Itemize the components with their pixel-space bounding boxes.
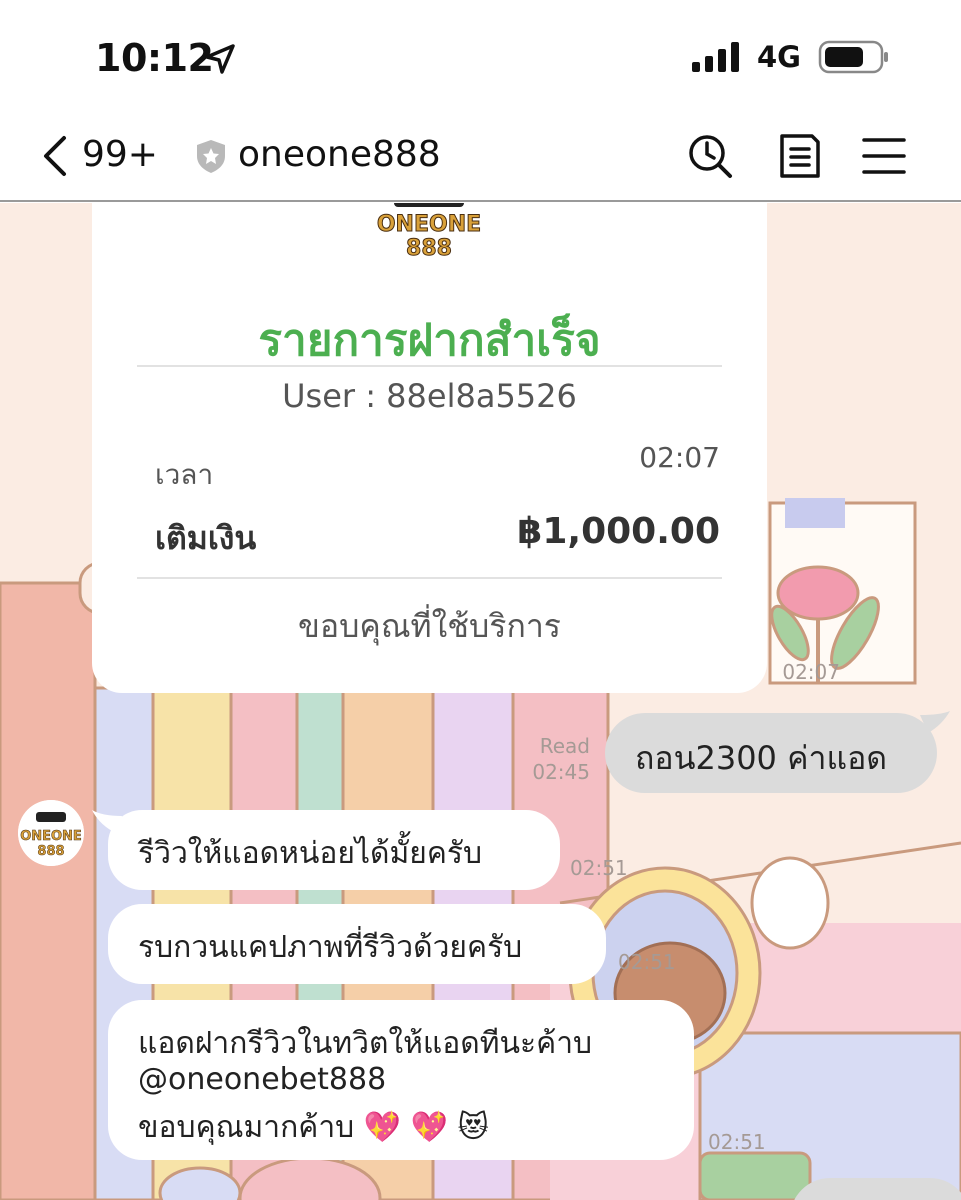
outgoing-message-bubble[interactable] (790, 1178, 961, 1200)
bubble-tail (920, 711, 950, 733)
shield-icon (197, 140, 225, 173)
incoming-message-bubble[interactable]: แอดฝากรีวิวในทวิตให้แอดทีนะค้าบ @oneoneb… (108, 1000, 694, 1160)
message-text: ถอน2300 ค่าแอด (635, 739, 888, 777)
unread-count[interactable]: 99+ (82, 134, 158, 175)
avatar[interactable]: ONEONE 888 (18, 800, 84, 866)
message-text: รบกวนแคปภาพที่รีวิวด้วยครับ (138, 930, 523, 965)
message-text-line: @oneonebet888 (138, 1062, 387, 1097)
location-arrow-icon (205, 44, 235, 74)
deposit-receipt-card[interactable]: ONEONE 888 รายการฝากสำเร็จ User : 88el8a… (92, 203, 767, 693)
receipt-divider (137, 577, 722, 579)
receipt-time-label: เวลา (155, 458, 214, 491)
chat-area[interactable]: ONEONE 888 รายการฝากสำเร็จ User : 88el8a… (0, 203, 961, 1200)
receipt-amount-label: เติมเงิน (155, 519, 257, 557)
chevron-left-icon[interactable] (36, 134, 72, 178)
oneone888-logo: ONEONE 888 (376, 203, 482, 262)
receipt-divider (137, 365, 722, 367)
status-time: 10:12 (95, 36, 214, 80)
outgoing-message-bubble[interactable]: ถอน2300 ค่าแอด (605, 713, 937, 793)
message-text: ขอบคุณมากค้าบ (138, 1110, 355, 1145)
oneone888-logo: ONEONE 888 (18, 800, 84, 866)
chat-header: 99+ oneone888 (0, 110, 961, 202)
svg-text:888: 888 (37, 844, 64, 859)
message-timestamp: 02:51 (618, 950, 676, 974)
svg-text:888: 888 (406, 236, 452, 261)
message-timestamp: 02:51 (570, 856, 628, 880)
heart-eyes-cat-emoji: 😻 (457, 1110, 489, 1145)
message-text: รีวิวให้แอดหน่อยได้มั้ยครับ (138, 836, 483, 871)
receipt-time-value: 02:07 (639, 441, 720, 474)
read-receipt: Read (539, 734, 590, 758)
receipt-thanks: ขอบคุณที่ใช้บริการ (298, 607, 561, 645)
chat-title: oneone888 (238, 134, 441, 175)
network-type: 4G (757, 40, 801, 74)
message-text-line: แอดฝากรีวิวในทวิตให้แอดทีนะค้าบ (138, 1026, 593, 1061)
notes-icon[interactable] (776, 132, 824, 180)
receipt-amount-value: ฿1,000.00 (517, 511, 720, 552)
battery-icon (818, 40, 888, 74)
search-icon[interactable] (686, 132, 734, 180)
svg-text:ONEONE: ONEONE (20, 829, 82, 844)
message-timestamp: 02:07 (782, 660, 840, 684)
sparkling-heart-emoji: 💖 (363, 1110, 402, 1145)
incoming-message-bubble[interactable]: รีวิวให้แอดหน่อยได้มั้ยครับ (108, 810, 560, 890)
message-timestamp: 02:45 (532, 760, 590, 784)
receipt-user: User : 88el8a5526 (282, 377, 577, 415)
svg-text:ONEONE: ONEONE (377, 212, 481, 237)
status-bar: 10:12 4G (0, 0, 961, 110)
menu-icon[interactable] (860, 132, 908, 180)
sparkling-heart-emoji: 💖 (410, 1110, 449, 1145)
incoming-message-bubble[interactable]: รบกวนแคปภาพที่รีวิวด้วยครับ (108, 904, 606, 984)
signal-bars-icon (692, 42, 739, 72)
message-text-line: ขอบคุณมากค้าบ 💖 💖 😻 (138, 1104, 489, 1151)
message-timestamp: 02:51 (708, 1130, 766, 1154)
